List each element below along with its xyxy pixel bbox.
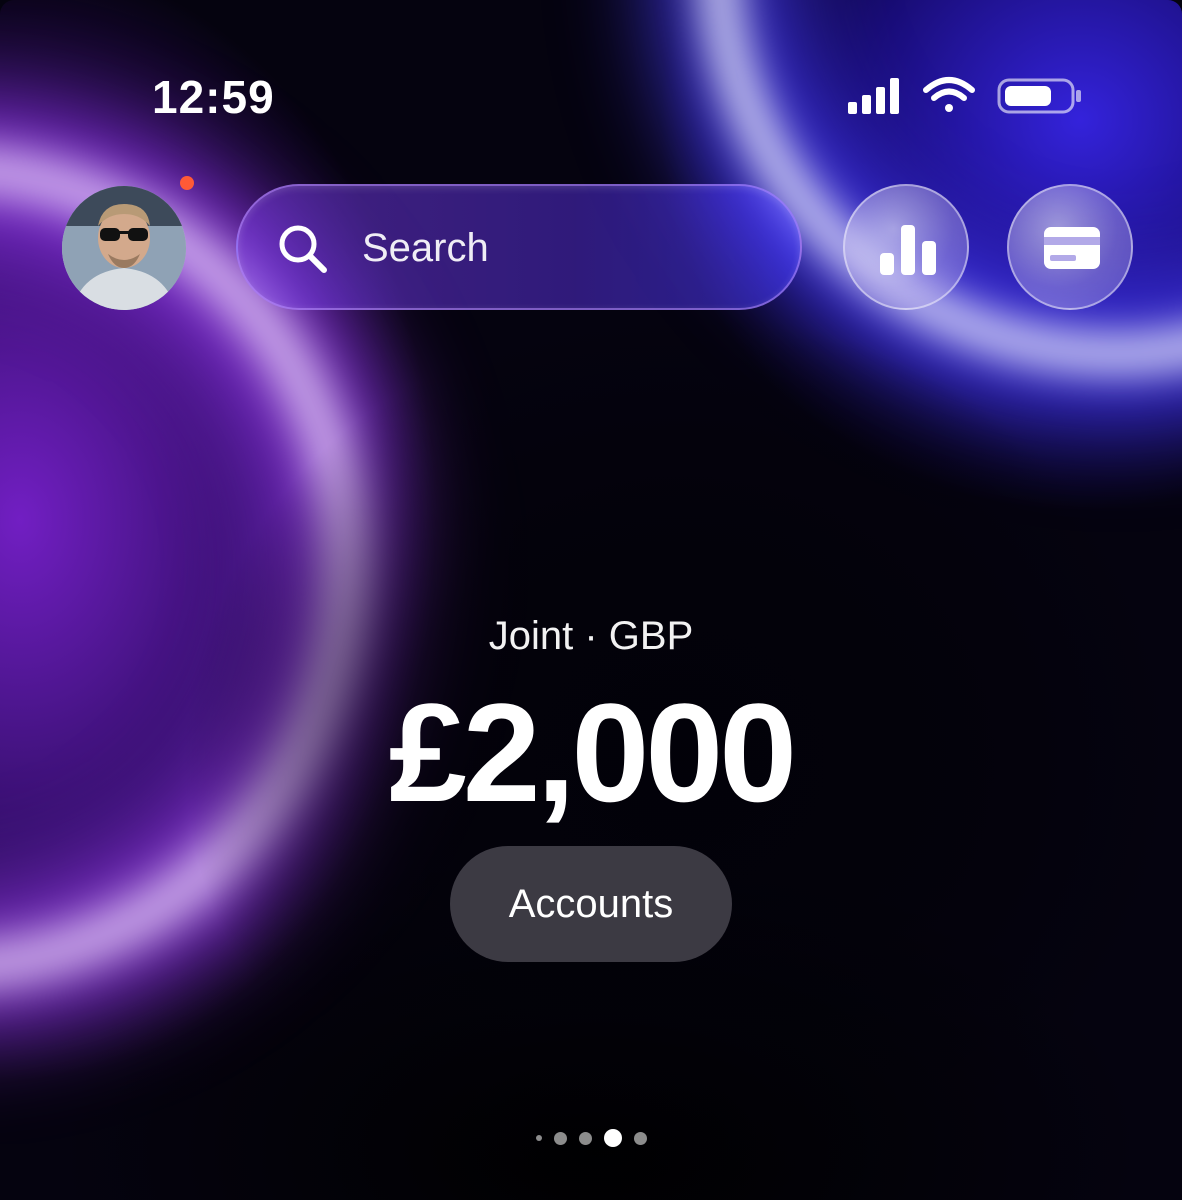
status-time: 12:59: [152, 71, 275, 123]
background-shade: [0, 0, 1182, 1200]
search-bar[interactable]: Search: [236, 184, 802, 310]
wifi-icon: [923, 77, 975, 112]
card-icon: [1044, 227, 1100, 269]
battery-icon: [997, 78, 1081, 114]
avatar-image: [62, 186, 186, 310]
page-dot[interactable]: [633, 1131, 647, 1145]
profile-avatar[interactable]: [62, 186, 186, 310]
accounts-button[interactable]: Accounts: [450, 846, 732, 962]
account-label: Joint · GBP: [488, 614, 694, 658]
page-dot[interactable]: [535, 1135, 542, 1141]
cards-button[interactable]: [1007, 184, 1133, 310]
home-screen: 12:59 Search Joint · GBP £2,000 Accounts: [0, 0, 1182, 1200]
page-dot[interactable]: [578, 1131, 592, 1145]
search-placeholder: Search: [362, 226, 489, 270]
page-dot-active[interactable]: [603, 1129, 622, 1147]
notification-dot: [180, 176, 194, 190]
search-icon: [279, 225, 327, 273]
page-indicator[interactable]: [0, 1128, 1182, 1148]
analytics-button[interactable]: [843, 184, 969, 310]
background-glow-right: [700, 0, 1182, 372]
page-dot[interactable]: [553, 1131, 567, 1145]
bar-chart-icon: [880, 225, 936, 275]
cellular-signal-icon: [848, 78, 899, 114]
status-icons: [846, 76, 1086, 116]
balance-amount: £2,000: [388, 674, 797, 831]
